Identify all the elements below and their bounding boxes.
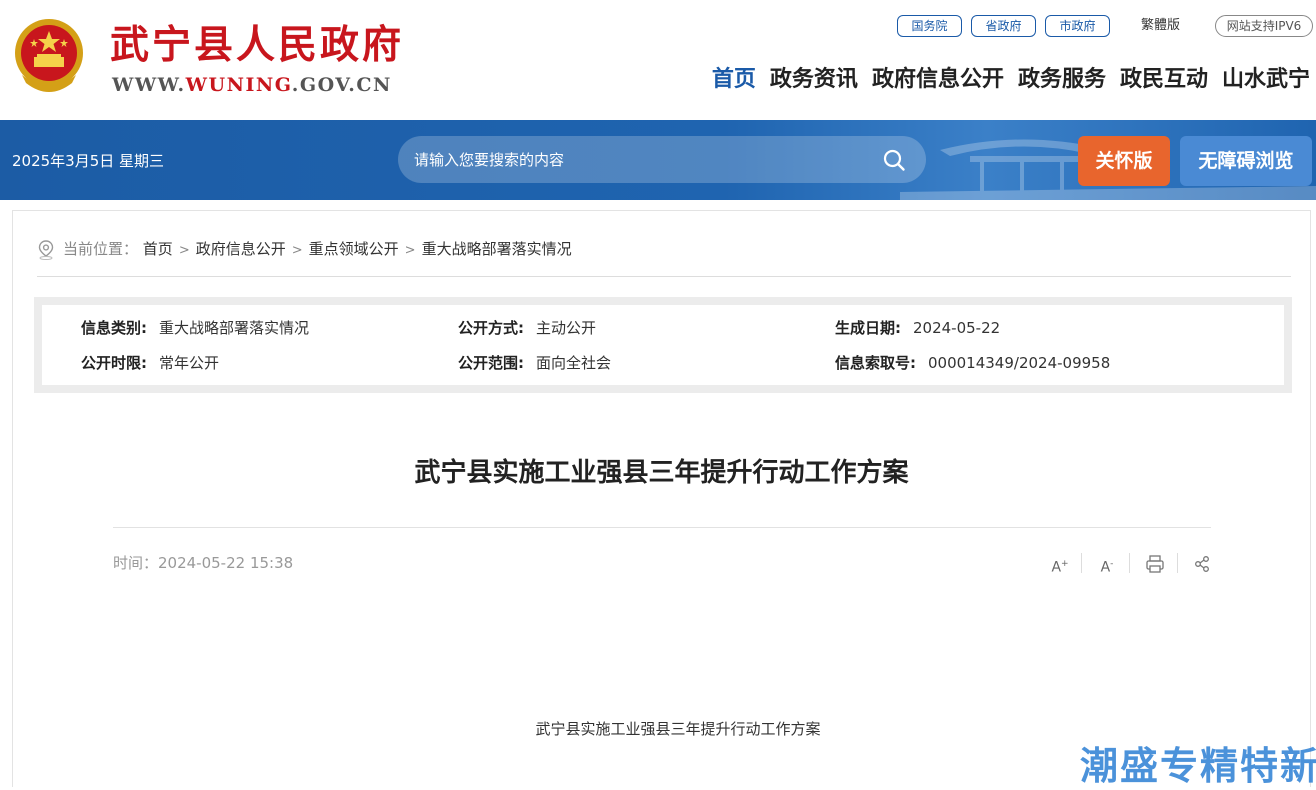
search-input[interactable] (412, 144, 866, 176)
font-decrease-sign: - (1110, 559, 1114, 569)
font-increase-button[interactable]: A+ (1047, 553, 1073, 576)
site-domain-suffix: .GOV.CN (291, 74, 392, 96)
meta-scope-label: 公开范围: (458, 354, 524, 372)
meta-index-label: 信息索取号: (835, 354, 916, 372)
ipv6-badge: 网站支持IPV6 (1215, 15, 1313, 37)
care-mode-button[interactable]: 关怀版 (1078, 136, 1170, 186)
meta-period: 公开时限: 常年公开 (81, 351, 219, 375)
nav-info-disclosure[interactable]: 政府信息公开 (872, 62, 1004, 98)
breadcrumb-separator: > (178, 243, 190, 258)
meta-category-label: 信息类别: (81, 319, 147, 337)
meta-period-label: 公开时限: (81, 354, 147, 372)
share-icon[interactable] (1189, 553, 1215, 575)
site-domain-prefix: WWW. (112, 74, 186, 96)
meta-scope-value: 面向全社会 (536, 354, 612, 372)
font-decrease-letter: A (1100, 559, 1111, 576)
guowuyuan-link[interactable]: 国务院 (897, 15, 962, 37)
meta-row: 公开时限: 常年公开 公开范围: 面向全社会 信息索取号: 000014349/202… (42, 351, 1284, 375)
accessibility-button[interactable]: 无障碍浏览 (1180, 136, 1312, 186)
current-date: 2025年3月5日 星期三 (12, 152, 165, 170)
breadcrumb-info-disclosure[interactable]: 政府信息公开 (196, 240, 286, 258)
breadcrumb-key-areas[interactable]: 重点领域公开 (309, 240, 399, 258)
meta-date: 生成日期: 2024-05-22 (835, 316, 1000, 340)
publish-time: 时间：2024-05-22 15:38 (113, 554, 294, 572)
top-links: 国务院 省政府 市政府 繁體版 网站支持IPV6 (0, 15, 1316, 39)
meta-scope: 公开范围: 面向全社会 (458, 351, 611, 375)
nav-interaction[interactable]: 政民互动 (1120, 62, 1208, 98)
meta-category-value: 重大战略部署落实情况 (159, 319, 310, 337)
search-box (398, 136, 926, 183)
article-body-heading: 武宁县实施工业强县三年提升行动工作方案 (535, 720, 821, 738)
search-band: 2025年3月5日 星期三 关怀版 无障碍浏览 (0, 120, 1316, 200)
city-gov-link[interactable]: 市政府 (1045, 15, 1110, 37)
breadcrumb-separator: > (291, 243, 303, 258)
breadcrumb-home[interactable]: 首页 (143, 240, 173, 258)
tool-divider (1081, 553, 1082, 573)
meta-method-value: 主动公开 (536, 319, 597, 337)
meta-method-label: 公开方式: (458, 319, 524, 337)
article-title-divider (113, 527, 1211, 528)
info-meta-table: 信息类别: 重大战略部署落实情况 公开方式: 主动公开 生成日期: 2024-05-2… (42, 305, 1284, 385)
breadcrumb-current[interactable]: 重大战略部署落实情况 (422, 240, 572, 258)
info-meta-box: 信息类别: 重大战略部署落实情况 公开方式: 主动公开 生成日期: 2024-05-2… (34, 297, 1292, 393)
tool-divider (1129, 553, 1130, 573)
watermark-text: 潮盛专精特新 (1080, 744, 1316, 788)
breadcrumb: 当前位置： 首页 > 政府信息公开 > 重点领域公开 > 重大战略部署落实情况 (37, 237, 572, 261)
nav-services[interactable]: 政务服务 (1018, 62, 1106, 98)
meta-period-value: 常年公开 (159, 354, 220, 372)
content-panel: 当前位置： 首页 > 政府信息公开 > 重点领域公开 > 重大战略部署落实情况 信息类别: 重… (12, 210, 1311, 787)
meta-index: 信息索取号: 000014349/2024-09958 (835, 351, 1110, 375)
breadcrumb-label: 当前位置： (63, 240, 139, 258)
nav-home[interactable]: 首页 (712, 62, 756, 98)
site-domain: WWW.WUNING.GOV.CN (112, 72, 392, 98)
font-decrease-button[interactable]: A- (1094, 553, 1120, 576)
font-increase-sign: + (1061, 559, 1069, 569)
meta-category: 信息类别: 重大战略部署落实情况 (81, 316, 309, 340)
tool-divider (1177, 553, 1178, 573)
article-title: 武宁县实施工业强县三年提升行动工作方案 (414, 458, 909, 488)
nav-news[interactable]: 政务资讯 (770, 62, 858, 98)
meta-index-value: 000014349/2024-09958 (928, 354, 1111, 372)
site-header: 武宁县人民政府 WWW.WUNING.GOV.CN 国务院 省政府 市政府 繁體… (0, 0, 1316, 120)
meta-row: 信息类别: 重大战略部署落实情况 公开方式: 主动公开 生成日期: 2024-05-2… (42, 316, 1284, 340)
font-increase-letter: A (1051, 559, 1062, 576)
site-domain-main: WUNING (185, 74, 292, 96)
main-nav: 首页 政务资讯 政府信息公开 政务服务 政民互动 山水武宁 (712, 62, 1310, 98)
location-pin-icon (38, 239, 54, 260)
print-icon[interactable] (1142, 553, 1168, 575)
breadcrumb-separator: > (404, 243, 416, 258)
traditional-chinese-link[interactable]: 繁體版 (1141, 15, 1180, 37)
meta-date-label: 生成日期: (835, 319, 901, 337)
breadcrumb-divider (37, 276, 1291, 277)
meta-date-value: 2024-05-22 (913, 319, 1001, 337)
nav-wuning[interactable]: 山水武宁 (1222, 62, 1310, 98)
article-tools: A+ A- (1043, 551, 1215, 577)
meta-method: 公开方式: 主动公开 (458, 316, 596, 340)
search-icon[interactable] (882, 148, 906, 172)
provincial-gov-link[interactable]: 省政府 (971, 15, 1036, 37)
